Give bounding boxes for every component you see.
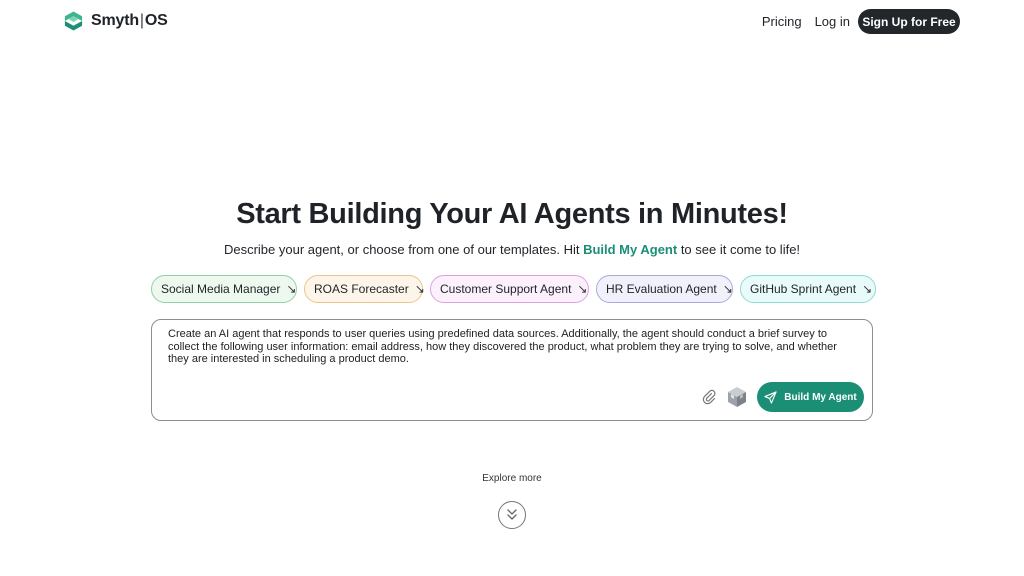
nav-login-link[interactable]: Log in bbox=[815, 14, 850, 29]
send-icon bbox=[764, 390, 777, 404]
template-chip-roas-forecaster[interactable]: ROAS Forecaster ↘ bbox=[304, 275, 425, 303]
agent-prompt-input[interactable]: Create an AI agent that responds to user… bbox=[168, 328, 858, 366]
template-chips: Social Media Manager ↘ ROAS Forecaster ↘… bbox=[151, 275, 876, 303]
signup-button[interactable]: Sign Up for Free bbox=[858, 9, 960, 34]
build-my-agent-button[interactable]: Build My Agent bbox=[757, 382, 864, 412]
template-chip-label: Social Media Manager bbox=[161, 282, 281, 296]
top-nav: Pricing Log in Sign Up for Free bbox=[762, 9, 960, 34]
arrow-down-right-icon: ↘ bbox=[286, 282, 297, 296]
template-chip-social-media-manager[interactable]: Social Media Manager ↘ bbox=[151, 275, 297, 303]
arrow-down-right-icon: ↘ bbox=[577, 282, 588, 296]
template-chip-customer-support-agent[interactable]: Customer Support Agent ↘ bbox=[430, 275, 589, 303]
arrow-down-right-icon: ↘ bbox=[414, 282, 425, 296]
build-button-label: Build My Agent bbox=[784, 391, 857, 403]
template-chip-github-sprint-agent[interactable]: GitHub Sprint Agent ↘ bbox=[740, 275, 876, 303]
prompt-toolbar: Build My Agent bbox=[701, 382, 864, 412]
agent-prompt-box[interactable]: Create an AI agent that responds to user… bbox=[151, 319, 873, 421]
template-chip-label: Customer Support Agent bbox=[440, 282, 572, 296]
hero-subtitle: Describe your agent, or choose from one … bbox=[223, 242, 801, 257]
explore-more-label: Explore more bbox=[482, 473, 542, 484]
hero-accent-text: Build My Agent bbox=[583, 242, 678, 257]
header: Smyth|OS Pricing Log in Sign Up for Free bbox=[0, 0, 1024, 44]
cube-icon[interactable] bbox=[725, 385, 749, 409]
paperclip-icon[interactable] bbox=[701, 389, 717, 405]
template-chip-label: GitHub Sprint Agent bbox=[750, 282, 857, 296]
explore-more-button[interactable] bbox=[498, 501, 526, 529]
nav-pricing-link[interactable]: Pricing bbox=[762, 14, 802, 29]
smythos-logo-icon bbox=[64, 11, 83, 31]
hero: Start Building Your AI Agents in Minutes… bbox=[0, 198, 1024, 257]
logo[interactable]: Smyth|OS bbox=[63, 10, 168, 32]
logo-text: Smyth|OS bbox=[91, 12, 168, 29]
double-chevron-down-icon bbox=[507, 509, 517, 520]
template-chip-label: ROAS Forecaster bbox=[314, 282, 409, 296]
arrow-down-right-icon: ↘ bbox=[862, 282, 873, 296]
page-title: Start Building Your AI Agents in Minutes… bbox=[236, 198, 788, 230]
template-chip-hr-evaluation-agent[interactable]: HR Evaluation Agent ↘ bbox=[596, 275, 733, 303]
template-chip-label: HR Evaluation Agent bbox=[606, 282, 717, 296]
arrow-down-right-icon: ↘ bbox=[722, 282, 733, 296]
